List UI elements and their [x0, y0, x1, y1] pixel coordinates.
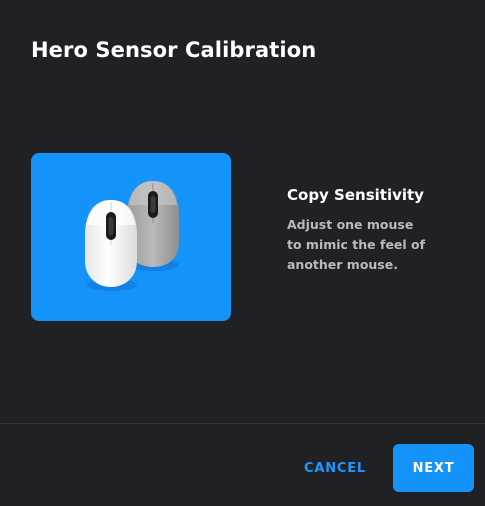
feature-description: Adjust one mouse to mimic the feel of an… [287, 217, 426, 272]
footer-divider [0, 423, 485, 424]
feature-info: Copy Sensitivity Adjust one mouse to mim… [287, 186, 447, 275]
feature-title: Copy Sensitivity [287, 186, 424, 204]
feature-illustration-card [31, 153, 231, 321]
calibration-dialog: Hero Sensor Calibration Copy Sensitivity… [0, 0, 485, 506]
two-mice-illustration [85, 181, 179, 291]
dialog-title: Hero Sensor Calibration [31, 38, 317, 62]
next-button[interactable]: NEXT [393, 444, 474, 492]
white-mouse-icon [85, 200, 137, 291]
cancel-button[interactable]: CANCEL [296, 449, 374, 487]
